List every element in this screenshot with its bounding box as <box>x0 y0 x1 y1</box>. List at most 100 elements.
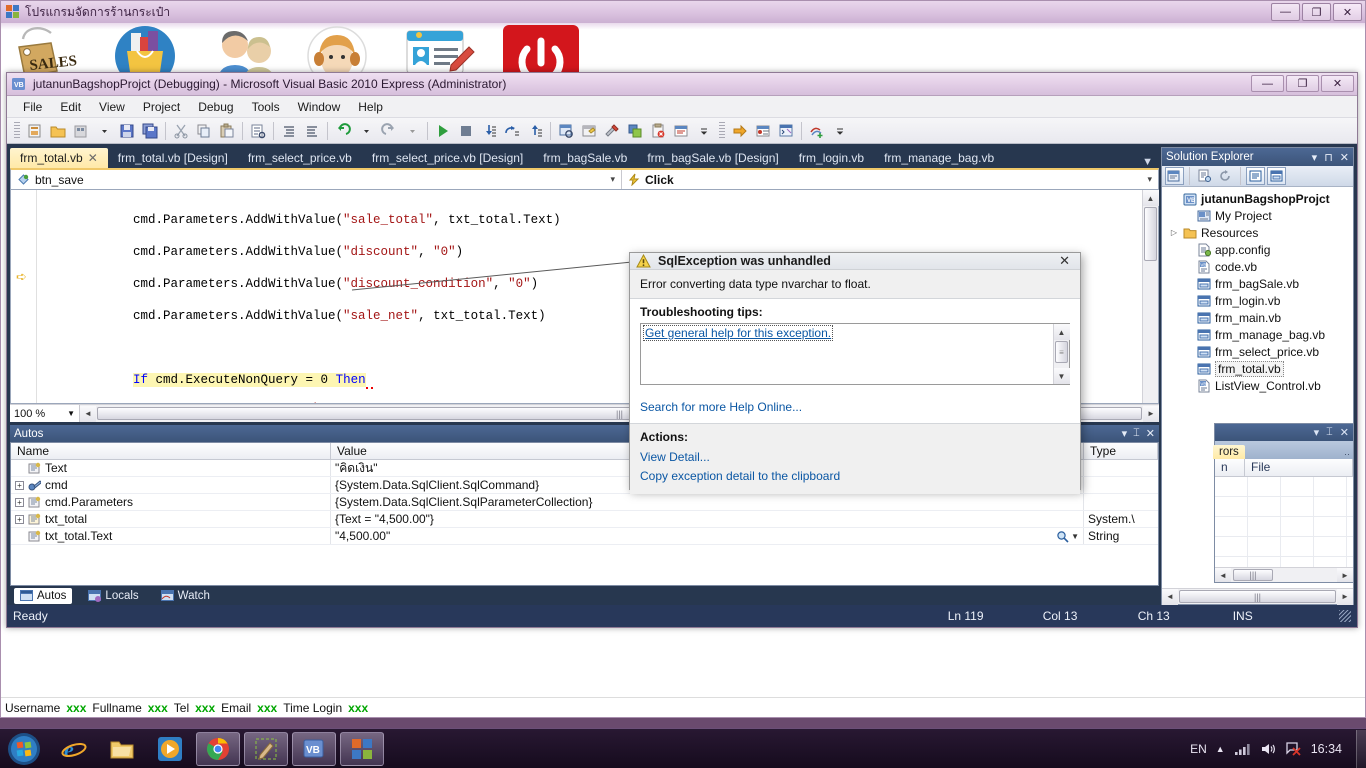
autos-cell-value[interactable]: "4,500.00" ▼ <box>331 528 1084 544</box>
autos-cell-name[interactable]: + txt_total <box>11 511 331 527</box>
twisty-icon[interactable]: ▷ <box>1169 228 1179 237</box>
error-list-rows[interactable] <box>1215 477 1353 567</box>
tree-node-resources[interactable]: ▷ Resources <box>1165 224 1353 241</box>
tab-watch[interactable]: Watch <box>155 588 216 604</box>
close-icon[interactable]: ✕ <box>88 151 98 165</box>
save-all-icon[interactable] <box>139 120 161 142</box>
immediate-window-icon[interactable] <box>775 120 797 142</box>
tab-overflow-icon[interactable]: ·· <box>1344 449 1353 459</box>
taskbar-clock[interactable]: 16:34 <box>1311 742 1342 756</box>
properties-icon[interactable] <box>1165 167 1184 185</box>
exception-dialog[interactable]: SqlException was unhandled ✕ Error conve… <box>629 252 1081 490</box>
bagshop-minimize-button[interactable]: — <box>1271 3 1300 21</box>
close-icon[interactable]: ✕ <box>1340 151 1349 164</box>
language-indicator[interactable]: EN <box>1190 742 1207 756</box>
solution-explorer-icon[interactable] <box>555 120 577 142</box>
pin-icon[interactable]: ⊓ <box>1324 151 1333 164</box>
tab-locals[interactable]: Locals <box>82 588 144 604</box>
breakpoints-window-icon[interactable] <box>752 120 774 142</box>
tree-node-frm-select-price-vb[interactable]: frm_select_price.vb <box>1165 343 1353 360</box>
scroll-left-icon[interactable]: ◄ <box>80 406 96 422</box>
search-help-online-link[interactable]: Search for more Help Online... <box>640 400 802 414</box>
event-dropdown[interactable]: Click ▾ <box>622 170 1158 189</box>
troubleshooting-tips-list[interactable]: Get general help for this exception. ▲ ≡… <box>640 323 1070 385</box>
scroll-right-icon[interactable]: ► <box>1337 568 1353 582</box>
bagshop-close-button[interactable]: ✕ <box>1333 3 1362 21</box>
autos-cell-name[interactable]: + cmd.Parameters <box>11 494 331 510</box>
view-code-icon[interactable] <box>1246 167 1265 185</box>
doc-tab-frm-login-vb[interactable]: frm_login.vb <box>789 148 874 168</box>
uncomment-icon[interactable] <box>301 120 323 142</box>
menu-edit[interactable]: Edit <box>52 97 89 117</box>
visual-basic-icon[interactable]: VB <box>292 732 336 766</box>
h-scroll-thumb[interactable]: ||| <box>1179 590 1336 603</box>
tree-node-project[interactable]: VB jutanunBagshopProjct <box>1165 190 1353 207</box>
doc-tab-frm-total-vb[interactable]: frm_total.vb ✕ <box>10 148 108 168</box>
tree-node-frm-main-vb[interactable]: frm_main.vb <box>1165 309 1353 326</box>
toolbar-dropdown-icon[interactable] <box>93 120 115 142</box>
undo-icon[interactable] <box>332 120 354 142</box>
table-row[interactable]: + cmd.Parameters {System.Data.SqlClient.… <box>11 494 1158 511</box>
bagshop-maximize-button[interactable]: ❐ <box>1302 3 1331 21</box>
tip-link-general-help[interactable]: Get general help for this exception. <box>644 326 832 340</box>
error-list-col-file[interactable]: File <box>1245 459 1353 476</box>
chrome-icon[interactable] <box>196 732 240 766</box>
tree-node-frm-login-vb[interactable]: frm_login.vb <box>1165 292 1353 309</box>
doc-tab-frm-bagsale-vb[interactable]: frm_bagSale.vb <box>533 148 637 168</box>
error-list-icon[interactable] <box>647 120 669 142</box>
close-icon[interactable]: ✕ <box>1340 426 1349 439</box>
step-into-icon[interactable] <box>478 120 500 142</box>
scroll-up-icon[interactable]: ▲ <box>1054 324 1070 340</box>
autos-col-type[interactable]: Type <box>1084 443 1158 459</box>
show-desktop-button[interactable] <box>1356 730 1366 768</box>
expander-icon[interactable]: + <box>15 498 24 507</box>
pin-icon[interactable]: ⌶ <box>1326 426 1333 439</box>
add-item-icon[interactable] <box>70 120 92 142</box>
autos-cell-name[interactable]: + cmd <box>11 477 331 493</box>
solution-explorer-hscrollbar[interactable]: ◄ ||| ► <box>1162 588 1353 604</box>
toolbar-overflow-icon-2[interactable] <box>829 120 851 142</box>
redo-icon[interactable] <box>378 120 400 142</box>
tree-node-frm-manage-bag-vb[interactable]: frm_manage_bag.vb <box>1165 326 1353 343</box>
menu-project[interactable]: Project <box>135 97 188 117</box>
editor-icon[interactable] <box>244 732 288 766</box>
step-out-icon[interactable] <box>524 120 546 142</box>
scroll-thumb[interactable] <box>1144 207 1157 261</box>
open-file-icon[interactable] <box>47 120 69 142</box>
menu-window[interactable]: Window <box>290 97 349 117</box>
refresh-icon[interactable] <box>1216 167 1235 185</box>
editor-zoom-dropdown[interactable]: 100 % ▼ <box>10 405 80 422</box>
vs-restore-button[interactable]: ❐ <box>1286 75 1319 92</box>
copy-exception-detail-link[interactable]: Copy exception detail to the clipboard <box>640 467 1070 486</box>
scroll-up-icon[interactable]: ▲ <box>1143 190 1159 206</box>
chevron-down-icon[interactable]: ▼ <box>1071 532 1079 541</box>
output-window-icon[interactable] <box>670 120 692 142</box>
menu-file[interactable]: File <box>15 97 50 117</box>
menu-view[interactable]: View <box>91 97 133 117</box>
scroll-thumb[interactable]: ≡ <box>1055 341 1068 363</box>
tab-overflow-icon[interactable]: ▼ <box>1136 156 1159 168</box>
tab-autos[interactable]: Autos <box>14 588 72 604</box>
view-detail-link[interactable]: View Detail... <box>640 448 1070 467</box>
doc-tab-frm-select-price-vb[interactable]: frm_select_price.vb <box>238 148 362 168</box>
chevron-down-icon[interactable]: ▾ <box>1122 427 1128 440</box>
scroll-left-icon[interactable]: ◄ <box>1162 589 1178 605</box>
chevron-down-icon[interactable]: ▾ <box>1314 426 1320 439</box>
expander-icon[interactable]: + <box>15 515 24 524</box>
h-scroll-thumb[interactable]: ||| <box>1233 569 1273 581</box>
pin-icon[interactable]: ⌶ <box>1133 427 1140 440</box>
view-designer-icon[interactable] <box>1267 167 1286 185</box>
find-icon[interactable] <box>247 120 269 142</box>
autos-col-name[interactable]: Name <box>11 443 331 459</box>
menu-help[interactable]: Help <box>350 97 391 117</box>
member-dropdown[interactable]: btn_save ▾ <box>11 170 622 189</box>
menu-debug[interactable]: Debug <box>190 97 241 117</box>
doc-tab-frm-bagsale-vb-design[interactable]: frm_bagSale.vb [Design] <box>637 148 788 168</box>
undo-dropdown-icon[interactable] <box>355 120 377 142</box>
table-row[interactable]: + txt_total {Text = "4,500.00"} System.\ <box>11 511 1158 528</box>
autos-cell-value[interactable]: {Text = "4,500.00"} <box>331 511 1084 527</box>
speaker-icon[interactable] <box>1260 742 1276 756</box>
close-icon[interactable]: ✕ <box>1146 427 1155 440</box>
autos-cell-name[interactable]: Text <box>11 460 331 476</box>
tree-node-app-config[interactable]: app.config <box>1165 241 1353 258</box>
